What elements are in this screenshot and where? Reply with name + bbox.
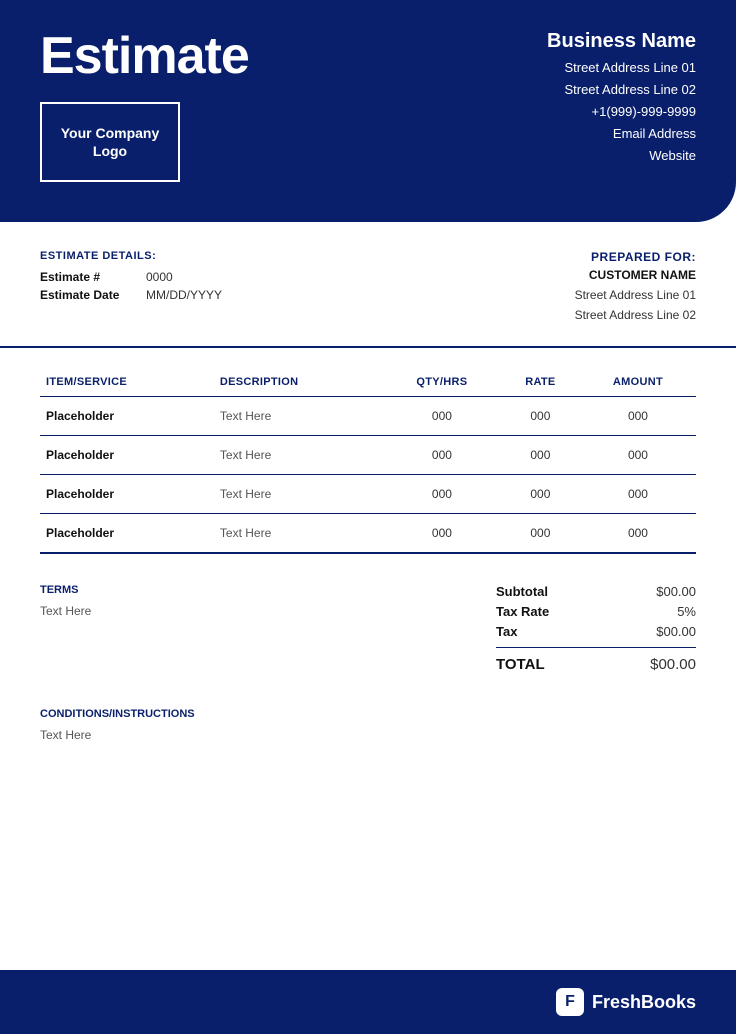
header: Estimate Your Company Logo Business Name… (0, 0, 736, 222)
cell-item-3: Placeholder (40, 513, 214, 553)
cell-amount-3: 000 (580, 513, 696, 553)
terms-title: TERMS (40, 584, 91, 596)
estimate-number-value: 0000 (146, 270, 173, 284)
tax-row: Tax $00.00 (496, 624, 696, 639)
header-left: Estimate Your Company Logo (40, 30, 249, 182)
table-row: Placeholder Text Here 000 000 000 (40, 435, 696, 474)
cell-item-2: Placeholder (40, 474, 214, 513)
estimate-title: Estimate (40, 30, 249, 82)
estimate-number-label: Estimate # (40, 270, 130, 284)
cell-item-1: Placeholder (40, 435, 214, 474)
cell-desc-1: Text Here (214, 435, 383, 474)
footer: F FreshBooks (0, 970, 736, 1034)
cell-rate-2: 000 (501, 474, 580, 513)
total-label: TOTAL (496, 656, 545, 673)
estimate-details-title: ESTIMATE DETAILS: (40, 250, 222, 262)
cell-item-0: Placeholder (40, 396, 214, 435)
prepared-for: PREPARED FOR: CUSTOMER NAME Street Addre… (575, 250, 696, 326)
business-address1: Street Address Line 01 (547, 57, 696, 79)
business-phone: +1(999)-999-9999 (547, 101, 696, 123)
business-address2: Street Address Line 02 (547, 79, 696, 101)
cell-qty-0: 000 (383, 396, 501, 435)
estimate-details: ESTIMATE DETAILS: Estimate # 0000 Estima… (40, 250, 222, 306)
col-rate: RATE (501, 368, 580, 397)
customer-name: CUSTOMER NAME (575, 268, 696, 282)
estimate-date-value: MM/DD/YYYY (146, 288, 222, 302)
col-qty: QTY/HRS (383, 368, 501, 397)
subtotal-label: Subtotal (496, 584, 548, 599)
bottom-section: TERMS Text Here Subtotal $00.00 Tax Rate… (0, 564, 736, 698)
tax-rate-label: Tax Rate (496, 604, 549, 619)
customer-address2: Street Address Line 02 (575, 305, 696, 325)
cell-qty-2: 000 (383, 474, 501, 513)
conditions-title: CONDITIONS/INSTRUCTIONS (40, 708, 696, 720)
total-value: $00.00 (650, 656, 696, 673)
col-amount: AMOUNT (580, 368, 696, 397)
cell-desc-3: Text Here (214, 513, 383, 553)
terms-block: TERMS Text Here (40, 584, 91, 618)
estimate-date-label: Estimate Date (40, 288, 130, 302)
tax-rate-row: Tax Rate 5% (496, 604, 696, 619)
business-website: Website (547, 145, 696, 167)
cell-amount-2: 000 (580, 474, 696, 513)
freshbooks-icon: F (556, 988, 584, 1016)
table-row: Placeholder Text Here 000 000 000 (40, 396, 696, 435)
business-name: Business Name (547, 30, 696, 53)
items-table: ITEM/SERVICE DESCRIPTION QTY/HRS RATE AM… (40, 368, 696, 554)
prepared-for-title: PREPARED FOR: (575, 250, 696, 264)
conditions-text: Text Here (40, 728, 696, 742)
customer-address1: Street Address Line 01 (575, 285, 696, 305)
tax-rate-value: 5% (677, 604, 696, 619)
cell-qty-3: 000 (383, 513, 501, 553)
cell-rate-1: 000 (501, 435, 580, 474)
totals-block: Subtotal $00.00 Tax Rate 5% Tax $00.00 T… (496, 584, 696, 678)
terms-text: Text Here (40, 604, 91, 618)
table-header-row: ITEM/SERVICE DESCRIPTION QTY/HRS RATE AM… (40, 368, 696, 397)
business-email: Email Address (547, 123, 696, 145)
col-item: ITEM/SERVICE (40, 368, 214, 397)
cell-qty-1: 000 (383, 435, 501, 474)
freshbooks-brand: FreshBooks (592, 992, 696, 1013)
estimate-number-row: Estimate # 0000 (40, 270, 222, 284)
table-row: Placeholder Text Here 000 000 000 (40, 513, 696, 553)
subtotal-row: Subtotal $00.00 (496, 584, 696, 599)
totals-divider (496, 647, 696, 648)
subtotal-value: $00.00 (656, 584, 696, 599)
total-row: TOTAL $00.00 (496, 656, 696, 673)
cell-rate-3: 000 (501, 513, 580, 553)
table-section: ITEM/SERVICE DESCRIPTION QTY/HRS RATE AM… (0, 348, 736, 564)
conditions-section: CONDITIONS/INSTRUCTIONS Text Here (0, 698, 736, 772)
table-row: Placeholder Text Here 000 000 000 (40, 474, 696, 513)
details-section: ESTIMATE DETAILS: Estimate # 0000 Estima… (0, 222, 736, 348)
cell-desc-2: Text Here (214, 474, 383, 513)
cell-desc-0: Text Here (214, 396, 383, 435)
tax-value: $00.00 (656, 624, 696, 639)
cell-rate-0: 000 (501, 396, 580, 435)
freshbooks-logo: F FreshBooks (556, 988, 696, 1016)
col-description: DESCRIPTION (214, 368, 383, 397)
company-logo: Your Company Logo (40, 102, 180, 182)
cell-amount-1: 000 (580, 435, 696, 474)
header-right: Business Name Street Address Line 01 Str… (547, 30, 696, 167)
cell-amount-0: 000 (580, 396, 696, 435)
estimate-date-row: Estimate Date MM/DD/YYYY (40, 288, 222, 302)
tax-label: Tax (496, 624, 517, 639)
